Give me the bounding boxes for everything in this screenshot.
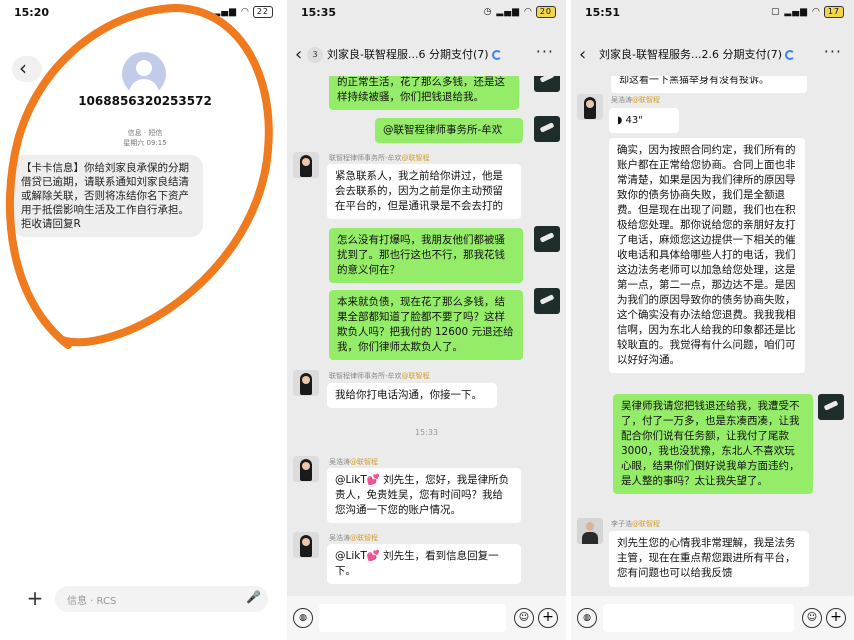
chat-bubble-sent[interactable]: 怎么没有打爆吗，我朋友他们都被骚扰到了。那也行这也不行，那我花钱的意义何在？ bbox=[329, 228, 523, 283]
status-bar: 15:35 ◷ ▂▄▆ ◠ 20 bbox=[287, 0, 566, 24]
chat-bubble-sent[interactable]: 吴律师我请您把钱退还给我，我遭受不了，付了一万多，也是东凑西凑，让我配合你们说有… bbox=[613, 394, 813, 494]
loading-icon bbox=[491, 50, 502, 60]
avatar[interactable] bbox=[293, 152, 319, 178]
meta-type: 信息 · 短信 bbox=[127, 129, 163, 137]
chat-title: 刘家良-联智程服...6 分期支付(7) bbox=[327, 46, 502, 62]
avatar[interactable] bbox=[293, 532, 319, 558]
chat-screen-2: 15:51 ▢ ▂▄▆ ◠ 17 ‹ 刘家良-联智程服务...2.6 分期支付(7… bbox=[571, 0, 854, 640]
chat-input-bar: ◍ ☺ + bbox=[571, 596, 854, 640]
message-list: 的正常生活，花了那么多钱，还是这样持续被骚，你们把钱退给我。 @联智程律师事务所… bbox=[287, 76, 566, 596]
chat-bubble-received[interactable]: 我给你打电话沟通，你接一下。 bbox=[327, 383, 497, 408]
avatar[interactable] bbox=[293, 456, 319, 482]
chat-bubble-received[interactable]: @LikT💕 刘先生，您好，我是律所负责人，免贵姓吴，您有时间吗？我给您沟通一下… bbox=[327, 468, 521, 523]
chat-bubble-sent[interactable]: 的正常生活，花了那么多钱，还是这样持续被骚，你们把钱退给我。 bbox=[329, 76, 519, 110]
avatar[interactable] bbox=[534, 226, 560, 252]
chat-input-bar: ◍ ☺ + bbox=[287, 596, 566, 640]
avatar[interactable] bbox=[577, 518, 603, 544]
back-icon[interactable]: ‹ bbox=[295, 44, 302, 65]
avatar[interactable] bbox=[818, 394, 844, 420]
battery-icon: 20 bbox=[535, 6, 556, 18]
chat-bubble-received[interactable]: 确实，因为按照合同约定，我们所有的账户都在正常给您协商。合同上面也非常清楚，如果… bbox=[609, 138, 805, 373]
sender-name: 联智程律师事务所-牟欢@联智程 bbox=[329, 372, 430, 380]
more-icon[interactable]: ··· bbox=[536, 42, 554, 61]
chat-header: ‹ 刘家良-联智程服务...2.6 分期支付(7) ··· bbox=[571, 36, 854, 76]
status-bar: 15:51 ▢ ▂▄▆ ◠ 17 bbox=[571, 0, 854, 24]
sender-name: 吴浩涛@联智程 bbox=[329, 534, 378, 542]
back-button[interactable]: ‹ bbox=[12, 56, 42, 82]
sender-name: 李子浩@联智程 bbox=[611, 520, 660, 528]
sender-name: 联智程律师事务所-牟欢@联智程 bbox=[329, 154, 430, 162]
sender-name: 吴浩涛@联智程 bbox=[329, 458, 378, 466]
panel-divider bbox=[566, 0, 570, 640]
chat-input[interactable] bbox=[319, 604, 506, 632]
chat-bubble[interactable]: 却这看一下黑猫举身有没有投诉。 bbox=[611, 76, 807, 93]
meta-date: 星期六 09:15 bbox=[123, 139, 167, 147]
sender-number[interactable]: 1068856320253572 bbox=[72, 94, 218, 108]
status-time: 15:51 bbox=[585, 6, 621, 19]
avatar[interactable] bbox=[534, 76, 560, 92]
message-meta: 信息 · 短信 星期六 09:15 bbox=[90, 128, 200, 148]
chat-header: ‹ 3 刘家良-联智程服...6 分期支付(7) ··· bbox=[287, 36, 566, 76]
add-attachment-button[interactable]: + bbox=[22, 586, 48, 612]
avatar[interactable] bbox=[577, 94, 603, 120]
unread-badge: 3 bbox=[307, 47, 323, 63]
chat-input[interactable] bbox=[603, 604, 794, 632]
chat-title: 刘家良-联智程服务...2.6 分期支付(7) bbox=[599, 46, 796, 62]
sms-message[interactable]: 【卡卡信息】你给刘家良承保的分期借贷已逾期，请联系通知刘家良结清或解除关联，否则… bbox=[13, 155, 203, 237]
status-icons: ▂▄▆ ◠ 22 bbox=[213, 6, 273, 18]
chat-bubble-sent[interactable]: 本来就负债，现在花了那么多钱，结果全部都知道了脸都不要了吗？这样欺负人吗？把我付… bbox=[329, 290, 523, 360]
status-icons: ◷ ▂▄▆ ◠ 20 bbox=[484, 6, 556, 18]
status-icons: ▢ ▂▄▆ ◠ 17 bbox=[771, 6, 844, 18]
mic-icon[interactable]: 🎤 bbox=[246, 590, 261, 604]
timestamp: 15:33 bbox=[414, 428, 439, 437]
status-bar: 15:20 ▂▄▆ ◠ 22 bbox=[0, 0, 283, 24]
voice-message[interactable]: ◗ 43" bbox=[609, 108, 679, 133]
sender-name: 吴浩涛@联智程 bbox=[611, 96, 660, 104]
emoji-icon[interactable]: ☺ bbox=[514, 608, 534, 628]
status-time: 15:20 bbox=[14, 6, 50, 19]
more-icon[interactable]: ··· bbox=[824, 42, 842, 61]
contact-avatar bbox=[122, 52, 166, 96]
avatar[interactable] bbox=[534, 116, 560, 142]
voice-icon[interactable]: ◍ bbox=[577, 608, 597, 628]
battery-icon: 22 bbox=[252, 6, 273, 18]
sms-screen: 15:20 ▂▄▆ ◠ 22 ‹ 1068856320253572 信息 · 短信… bbox=[0, 0, 283, 640]
avatar[interactable] bbox=[534, 288, 560, 314]
avatar[interactable] bbox=[293, 370, 319, 396]
plus-icon[interactable]: + bbox=[538, 608, 558, 628]
chat-screen-1: 15:35 ◷ ▂▄▆ ◠ 20 ‹ 3 刘家良-联智程服...6 分期支付(7)… bbox=[287, 0, 566, 640]
emoji-icon[interactable]: ☺ bbox=[802, 608, 822, 628]
plus-icon[interactable]: + bbox=[826, 608, 846, 628]
message-input[interactable]: 信息 · RCS bbox=[55, 586, 268, 612]
loading-icon bbox=[785, 50, 796, 60]
chat-bubble-received[interactable]: 刘先生您的心情我非常理解，我是法务主管，现在在重点帮您跟进所有平台，您有问题也可… bbox=[609, 531, 809, 587]
chat-bubble-received[interactable]: @LikT💕 刘先生，看到信息回复一下。 bbox=[327, 544, 521, 584]
message-list: 却这看一下黑猫举身有没有投诉。 吴浩涛@联智程 ◗ 43" 确实，因为按照合同约… bbox=[571, 76, 854, 596]
battery-icon: 17 bbox=[823, 6, 844, 18]
status-time: 15:35 bbox=[301, 6, 337, 19]
chat-bubble-sent[interactable]: @联智程律师事务所-牟欢 bbox=[375, 118, 523, 143]
voice-icon[interactable]: ◍ bbox=[293, 608, 313, 628]
back-icon[interactable]: ‹ bbox=[579, 44, 586, 65]
chat-bubble-received[interactable]: 紧急联系人，我之前给你讲过，他是会去联系的，因为之前是你主动预留在平台的，但是通… bbox=[327, 164, 521, 219]
